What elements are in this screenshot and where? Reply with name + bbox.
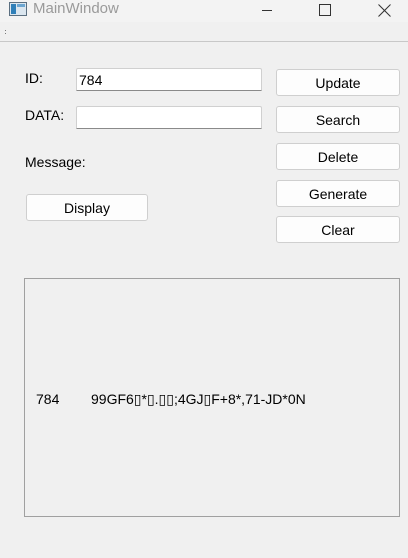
maximize-button[interactable] — [305, 0, 345, 20]
app-icon — [9, 2, 27, 16]
clear-button[interactable]: Clear — [276, 216, 400, 243]
window-title: MainWindow — [33, 0, 119, 17]
grip-icon — [5, 30, 7, 35]
minimize-button[interactable] — [247, 0, 287, 20]
output-row-data: 99GF6▯*▯.▯▯;4GJ▯F+8*,71-JD*0N — [91, 391, 306, 407]
display-button[interactable]: Display — [26, 194, 148, 221]
id-input[interactable] — [76, 68, 262, 91]
update-button[interactable]: Update — [276, 69, 400, 96]
generate-button[interactable]: Generate — [276, 180, 400, 207]
delete-button[interactable]: Delete — [276, 143, 400, 170]
output-row-id: 784 — [36, 391, 60, 407]
menu-bar — [0, 22, 408, 42]
close-icon — [377, 3, 391, 17]
id-label: ID: — [25, 70, 43, 86]
minimize-icon — [262, 10, 272, 11]
close-button[interactable] — [364, 0, 404, 20]
data-label: DATA: — [25, 107, 65, 123]
search-button[interactable]: Search — [276, 106, 400, 133]
maximize-icon — [319, 4, 331, 16]
data-input[interactable] — [76, 106, 262, 129]
output-panel[interactable]: 784 99GF6▯*▯.▯▯;4GJ▯F+8*,71-JD*0N — [24, 278, 400, 517]
title-bar: MainWindow — [0, 0, 408, 22]
message-label: Message: — [25, 154, 86, 170]
